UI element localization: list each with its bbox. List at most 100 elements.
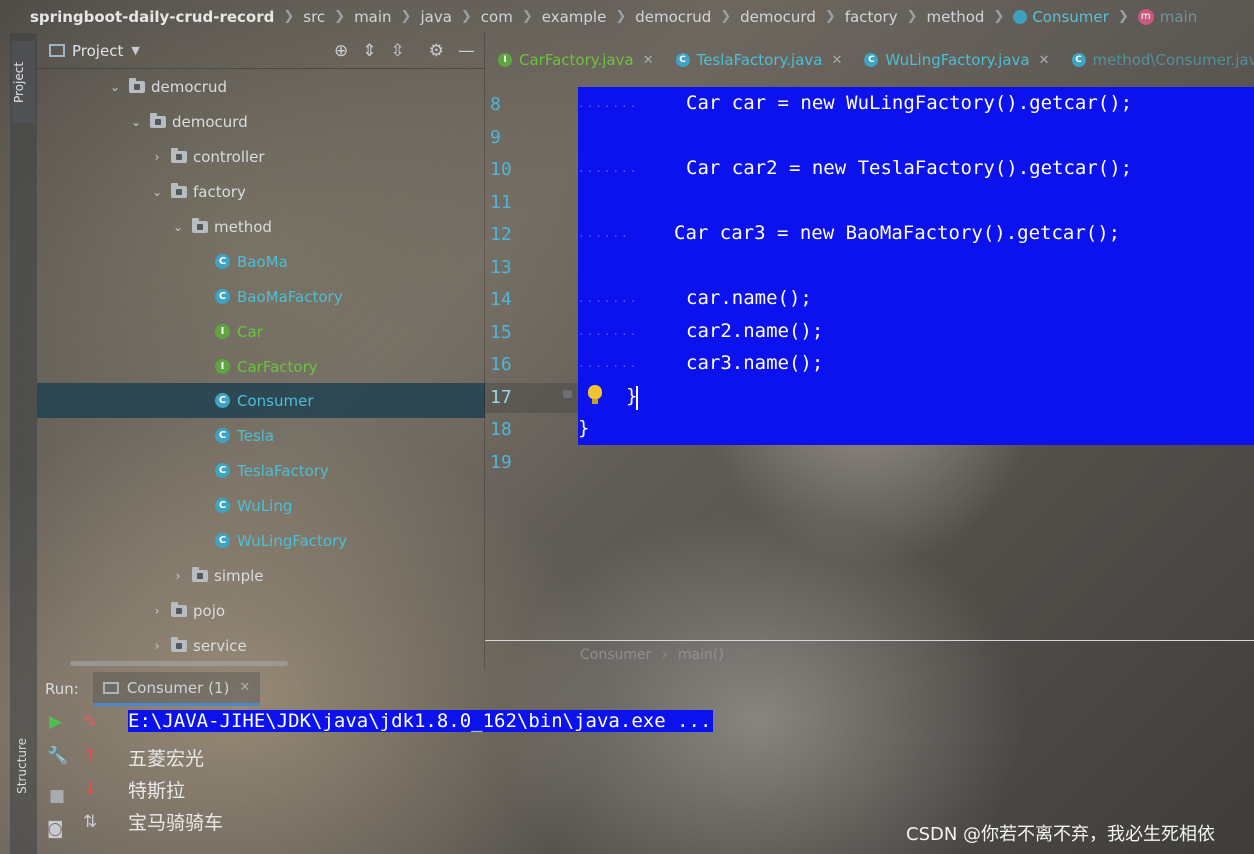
expand-all-icon[interactable]: ⇕: [362, 41, 376, 61]
wrench-icon[interactable]: 🔧: [47, 746, 68, 766]
tree-item-label: TeslaFactory: [237, 461, 329, 480]
tree-item-consumer[interactable]: C Consumer: [37, 383, 485, 418]
arrow-down-icon[interactable]: ↓: [83, 779, 97, 799]
method-icon: m: [1137, 8, 1154, 25]
arrow-up-icon[interactable]: ↑: [83, 746, 97, 766]
line-number: 9: [490, 127, 501, 148]
text-cursor: [636, 386, 638, 410]
tree-item-car[interactable]: I Car: [37, 314, 485, 349]
navigation-breadcrumb: springboot-daily-crud-record ❯ src ❯ main ❯…: [0, 0, 1254, 33]
tree-item-label: CarFactory: [237, 357, 318, 376]
code-selection[interactable]: [578, 87, 1254, 445]
crumb-factory[interactable]: factory: [845, 8, 898, 26]
chevron-right-icon: ❯: [334, 9, 346, 24]
close-icon[interactable]: ✕: [643, 53, 654, 68]
horizontal-scrollbar[interactable]: [70, 661, 288, 666]
crumb-democrud[interactable]: democrud: [635, 8, 711, 26]
tab-teslafactory[interactable]: C TeslaFactory.java ✕: [663, 43, 852, 77]
editor-breadcrumb-class[interactable]: Consumer: [580, 647, 651, 663]
chevron-down-icon[interactable]: ⌄: [172, 220, 184, 234]
code-line[interactable]: car3.name();: [686, 352, 823, 374]
crumb-com[interactable]: com: [481, 8, 513, 26]
tree-item-simple[interactable]: › simple: [37, 558, 485, 593]
dropdown-caret-icon[interactable]: ▼: [131, 44, 139, 57]
chevron-down-icon[interactable]: ⌄: [109, 80, 121, 94]
gear-icon[interactable]: ⚙: [429, 41, 444, 61]
tree-item-democurd[interactable]: ⌄ democurd: [37, 104, 485, 139]
edit-config-icon[interactable]: ✎: [83, 712, 97, 732]
code-line[interactable]: Car car = new WuLingFactory().getcar();: [686, 92, 1132, 114]
close-icon[interactable]: ✕: [831, 53, 842, 68]
tree-item-baomafactory[interactable]: C BaoMaFactory: [37, 279, 485, 314]
console-line[interactable]: 特斯拉: [128, 776, 185, 803]
crumb-src[interactable]: src: [303, 8, 325, 26]
indent-guide: ·······: [578, 100, 639, 113]
crumb-java[interactable]: java: [420, 8, 451, 26]
chevron-right-icon[interactable]: ›: [151, 150, 163, 164]
tree-item-teslafactory[interactable]: C TeslaFactory: [37, 453, 485, 488]
locate-icon[interactable]: ⊕: [334, 41, 348, 61]
code-line[interactable]: Car car2 = new TeslaFactory().getcar();: [686, 157, 1132, 179]
tree-item-label: WuLing: [237, 496, 293, 515]
close-icon[interactable]: ✕: [1039, 53, 1050, 68]
tab-consumer[interactable]: Cmethod\Consumer.java: [1059, 43, 1254, 77]
chevron-down-icon[interactable]: ⌄: [151, 185, 163, 199]
collapse-all-icon[interactable]: ⇳: [391, 41, 405, 61]
class-icon: C: [215, 254, 230, 269]
chevron-right-icon: ❯: [906, 9, 918, 24]
console-line[interactable]: 五菱宏光: [128, 744, 204, 771]
crumb-main-method[interactable]: main: [1160, 8, 1197, 26]
tree-item-wulingfactory[interactable]: C WuLingFactory: [37, 523, 485, 558]
class-icon: [1013, 9, 1028, 24]
crumb-method[interactable]: method: [926, 8, 984, 26]
chevron-right-icon[interactable]: ›: [151, 639, 163, 653]
project-view-selector[interactable]: Project: [72, 42, 123, 60]
tab-wulingfactory[interactable]: C WuLingFactory.java ✕: [851, 43, 1058, 77]
sort-icon[interactable]: ⇅: [83, 812, 97, 832]
crumb-consumer[interactable]: Consumer: [1032, 8, 1109, 26]
project-tool-tab[interactable]: Project: [12, 41, 35, 123]
crumb-democurd[interactable]: democurd: [740, 8, 816, 26]
code-line[interactable]: }: [578, 417, 589, 439]
camera-icon[interactable]: ◙: [47, 819, 64, 839]
editor-breadcrumb-method[interactable]: main(): [678, 647, 724, 663]
tree-item-carfactory[interactable]: I CarFactory: [37, 349, 485, 384]
tree-item-label: controller: [193, 147, 265, 166]
chevron-right-icon: ❯: [993, 9, 1005, 24]
tree-item-wuling[interactable]: C WuLing: [37, 488, 485, 523]
chevron-right-icon[interactable]: ›: [151, 604, 163, 618]
lightbulb-icon[interactable]: [588, 385, 602, 404]
tab-run-consumer[interactable]: Consumer (1) ✕: [92, 672, 261, 706]
tab-carfactory[interactable]: I CarFactory.java ✕: [485, 43, 663, 77]
crumb-example[interactable]: example: [542, 8, 607, 26]
tree-item-controller[interactable]: › controller: [37, 139, 485, 174]
tree-item-factory[interactable]: ⌄ factory: [37, 174, 485, 209]
crumb-main[interactable]: main: [354, 8, 391, 26]
crumb-project[interactable]: springboot-daily-crud-record: [30, 8, 274, 26]
close-icon[interactable]: ✕: [239, 680, 250, 695]
rerun-icon[interactable]: ▶: [49, 712, 62, 732]
structure-tool-tab[interactable]: Structure: [15, 738, 29, 794]
tree-item-pojo[interactable]: › pojo: [37, 593, 485, 628]
line-number: 13: [490, 257, 512, 278]
tree-item-tesla[interactable]: C Tesla: [37, 418, 485, 453]
console-line[interactable]: 宝马骑骑车: [128, 808, 223, 835]
run-panel-header: Run: Consumer (1) ✕: [37, 672, 1254, 706]
console-line-command[interactable]: E:\JAVA-JIHE\JDK\java\jdk1.8.0_162\bin\j…: [128, 710, 714, 732]
hide-panel-icon[interactable]: —: [458, 41, 475, 61]
package-folder-icon: [192, 217, 208, 233]
chevron-right-icon[interactable]: ›: [172, 569, 184, 583]
code-line[interactable]: car.name();: [686, 287, 812, 309]
tree-item-service[interactable]: › service: [37, 628, 485, 663]
stop-icon[interactable]: ■: [49, 786, 65, 806]
code-line[interactable]: Car car3 = new BaoMaFactory().getcar();: [674, 222, 1120, 244]
code-line[interactable]: car2.name();: [686, 320, 823, 342]
package-folder-icon: [171, 601, 187, 617]
tree-item-baoma[interactable]: C BaoMa: [37, 244, 485, 279]
tree-item-label: Consumer: [237, 391, 314, 410]
tree-item-democrud[interactable]: ⌄ democrud: [37, 69, 485, 104]
indent-guide: ·······: [578, 360, 639, 373]
chevron-down-icon[interactable]: ⌄: [130, 115, 142, 129]
tree-item-label: Tesla: [237, 426, 275, 445]
tree-item-method[interactable]: ⌄ method: [37, 209, 485, 244]
